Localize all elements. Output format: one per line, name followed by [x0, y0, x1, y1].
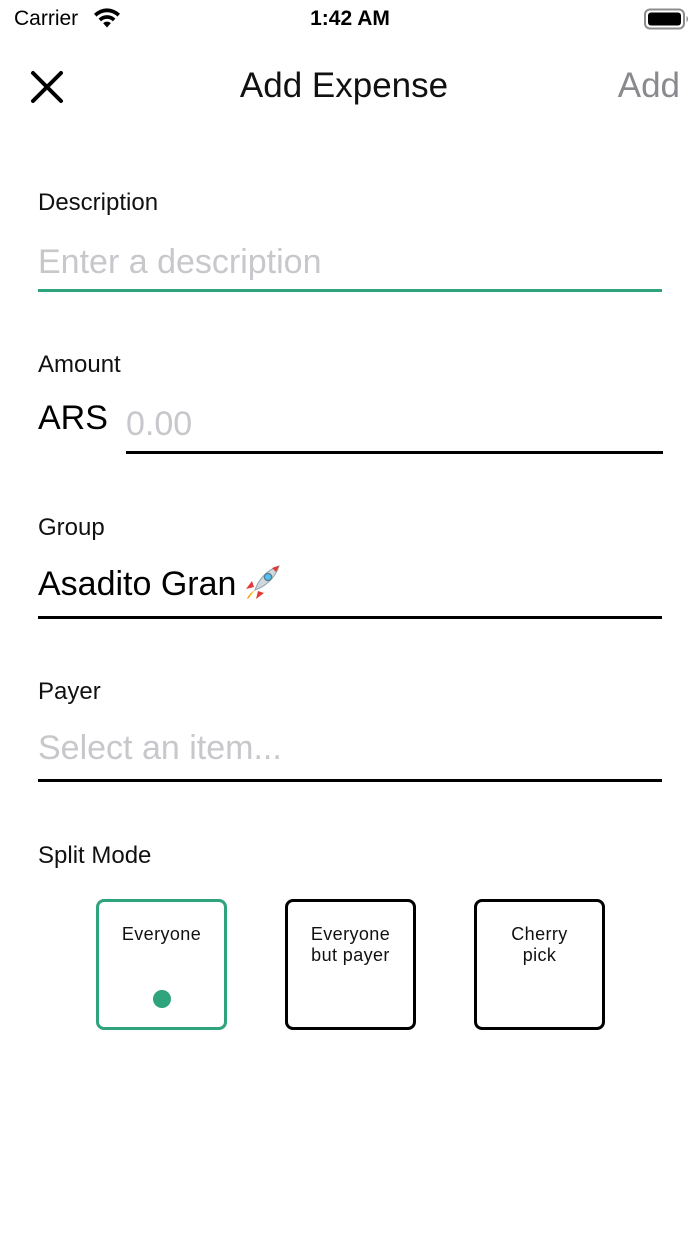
status-time: 1:42 AM	[310, 7, 390, 30]
split-option-label: Everyone	[99, 924, 224, 945]
currency-label: ARS	[38, 399, 108, 437]
add-button[interactable]: Add	[618, 65, 680, 107]
split-option-line: but payer	[311, 945, 390, 965]
group-label: Group	[38, 514, 105, 541]
split-option-everyone-but-payer[interactable]: Everyone but payer	[285, 899, 416, 1030]
amount-label: Amount	[38, 351, 121, 378]
selected-indicator	[153, 990, 171, 1008]
split-option-line: Cherry	[511, 924, 568, 944]
split-option-line: Everyone	[121, 924, 202, 944]
battery-icon	[644, 8, 688, 30]
page-title: Add Expense	[239, 66, 449, 105]
split-option-label: Everyone but payer	[288, 924, 413, 966]
description-input[interactable]	[38, 236, 662, 292]
split-mode-label: Split Mode	[38, 842, 152, 869]
status-bar: Carrier 1:42 AM	[0, 0, 700, 40]
group-value: Asadito Gran	[38, 565, 237, 603]
payer-select[interactable]: Select an item...	[38, 724, 662, 782]
split-option-cherry-pick[interactable]: Cherry pick	[474, 899, 605, 1030]
split-option-label: Cherry pick	[477, 924, 602, 966]
amount-input[interactable]	[126, 398, 663, 454]
nav-bar: Add Expense Add	[0, 50, 700, 122]
description-label: Description	[38, 189, 159, 216]
group-select[interactable]: Asadito Gran	[38, 561, 662, 619]
split-option-everyone[interactable]: Everyone	[96, 899, 227, 1030]
payer-label: Payer	[38, 678, 101, 705]
rocket-icon	[246, 565, 281, 599]
split-option-line: Everyone	[310, 924, 391, 944]
split-option-line: pick	[522, 945, 557, 965]
